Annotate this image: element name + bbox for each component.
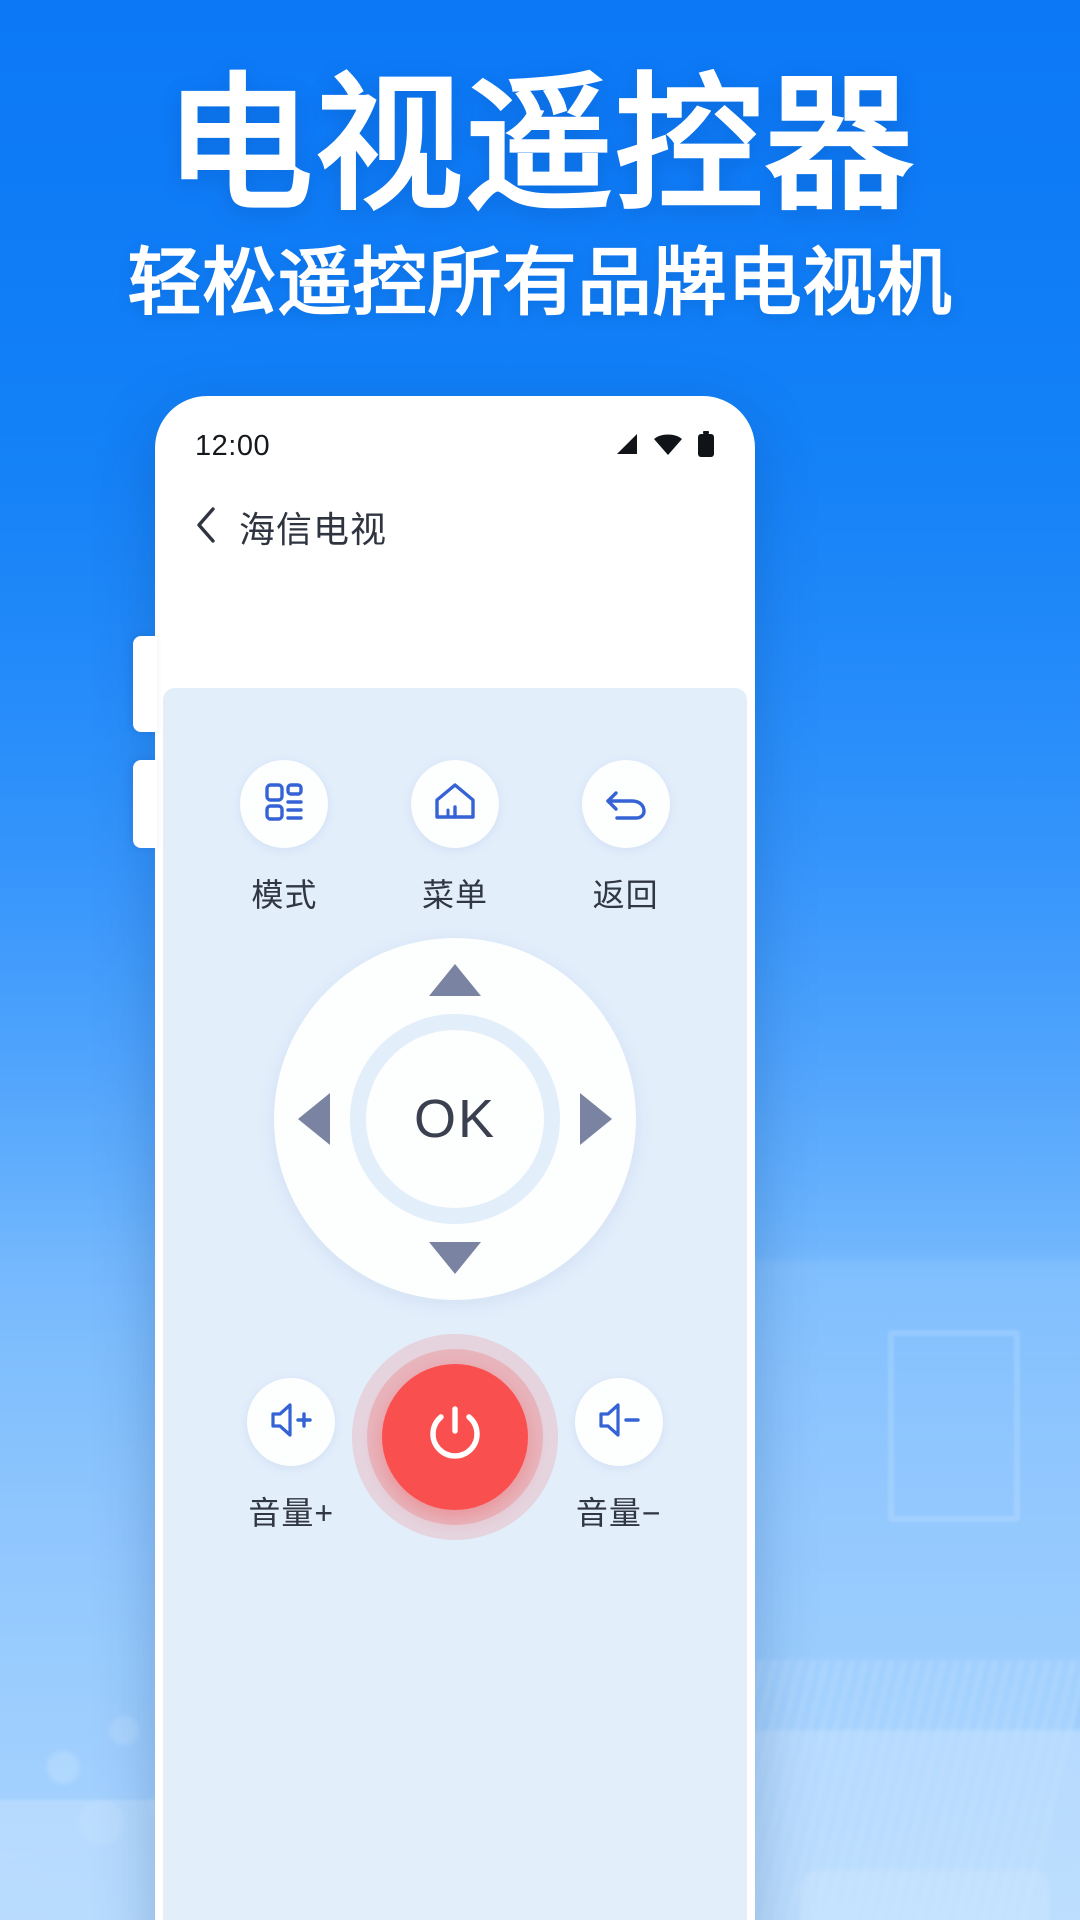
- power-button-circle[interactable]: [382, 1364, 528, 1510]
- battery-icon: [697, 430, 715, 462]
- page-subtitle: 轻松遥控所有品牌电视机: [127, 241, 953, 324]
- status-time: 12:00: [195, 429, 271, 462]
- ok-button[interactable]: OK: [366, 1030, 544, 1208]
- volume-up-button[interactable]: 音量+: [223, 1378, 359, 1534]
- page-title: 电视遥控器: [165, 63, 915, 228]
- promo-header: 电视遥控器 轻松遥控所有品牌电视机: [0, 72, 1080, 322]
- dpad: OK: [274, 938, 636, 1300]
- menu-button-circle[interactable]: [410, 760, 499, 848]
- chevron-left-icon[interactable]: [195, 506, 217, 549]
- back-button[interactable]: 返回: [551, 760, 701, 916]
- remote-panel: 模式 菜单 返回 OK 音量+ 音量−: [163, 688, 747, 1920]
- menu-button[interactable]: 菜单: [380, 760, 530, 916]
- volume-up-icon: [267, 1399, 315, 1446]
- promo-screenshot: 电视遥控器 轻松遥控所有品牌电视机 12:00 海信电视 模式 菜单 返回 OK…: [0, 0, 1080, 1920]
- signal-icon: [611, 432, 639, 461]
- mode-button-circle[interactable]: [240, 760, 329, 848]
- power-icon: [419, 1399, 491, 1476]
- remote-bottom-row: 音量+ 音量−: [163, 1334, 747, 1542]
- volume-up-label: 音量+: [248, 1495, 335, 1531]
- status-bar: 12:00: [155, 418, 755, 474]
- triangle-right-icon[interactable]: [580, 1093, 612, 1145]
- mode-button[interactable]: 模式: [209, 760, 359, 916]
- menu-button-label: 菜单: [421, 877, 488, 913]
- triangle-up-icon[interactable]: [429, 964, 481, 996]
- mode-button-label: 模式: [251, 877, 318, 913]
- ok-button-label: OK: [413, 1089, 497, 1149]
- phone-volume-down-hardware-button[interactable]: [133, 760, 157, 848]
- app-bar: 海信电视: [155, 492, 755, 562]
- power-button[interactable]: [352, 1332, 558, 1542]
- volume-down-label: 音量−: [575, 1495, 662, 1531]
- grid-apps-icon: [262, 780, 306, 829]
- volume-down-icon: [595, 1399, 643, 1446]
- page-header-title: 海信电视: [239, 509, 388, 550]
- home-icon: [432, 780, 478, 829]
- volume-down-button-circle[interactable]: [574, 1378, 663, 1466]
- remote-top-row: 模式 菜单 返回: [163, 760, 747, 916]
- triangle-down-icon[interactable]: [429, 1242, 481, 1274]
- wifi-icon: [653, 432, 683, 461]
- volume-up-button-circle[interactable]: [247, 1378, 336, 1466]
- undo-arrow-icon: [603, 780, 649, 829]
- status-icon-group: [611, 430, 715, 462]
- back-button-label: 返回: [592, 877, 659, 913]
- triangle-left-icon[interactable]: [298, 1093, 330, 1145]
- volume-down-button[interactable]: 音量−: [551, 1378, 687, 1534]
- phone-volume-up-hardware-button[interactable]: [133, 636, 157, 732]
- phone-mockup: 12:00 海信电视 模式 菜单 返回 OK 音量+ 音量−: [133, 396, 755, 1920]
- back-button-circle[interactable]: [581, 760, 670, 848]
